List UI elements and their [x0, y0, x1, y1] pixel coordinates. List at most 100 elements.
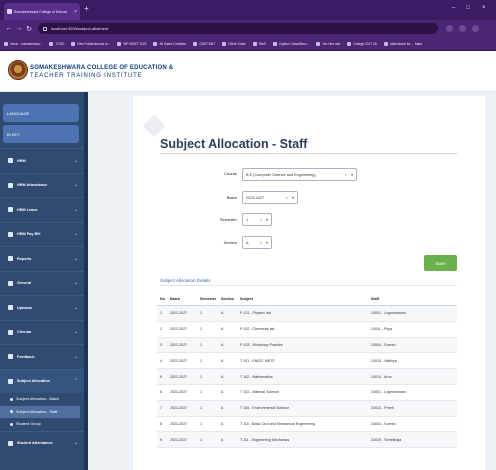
- url-input[interactable]: localhost:3000/subject-allotment: [38, 23, 438, 34]
- forward-icon[interactable]: →: [14, 25, 24, 32]
- submenu-item-allocation-staff[interactable]: Subject Allocation - Staff: [0, 405, 80, 418]
- menu-icon[interactable]: [472, 25, 479, 32]
- bookmark-icon: [49, 41, 54, 46]
- course-select[interactable]: B.E (Computer Science and Engineering) ×…: [242, 168, 357, 181]
- tab-title: Somakeshwara College of Educat: [14, 9, 67, 14]
- table-cell: 3: [160, 342, 162, 347]
- sidebar-item-general[interactable]: General ⌄: [0, 270, 84, 296]
- column-header[interactable]: No.: [157, 297, 170, 301]
- browser-tab[interactable]: Somakeshwara College of Educat ×: [4, 3, 80, 20]
- save-button[interactable]: Save: [424, 255, 457, 271]
- table-cell: 2: [160, 327, 162, 332]
- table-body: 1 2023-2027 1 A P 101 - Physics lab 24001 - L…: [157, 306, 457, 449]
- sidebar-item-hrm-pay-bill[interactable]: HRM Pay Bill ⌄: [0, 221, 84, 247]
- column-header[interactable]: Batch: [170, 297, 200, 301]
- bookmark[interactable]: Client Guide: [222, 41, 246, 46]
- back-icon[interactable]: ←: [4, 25, 14, 32]
- table-cell: 2023-2027: [170, 390, 188, 395]
- bookmark[interactable]: GATE SMT: [193, 41, 215, 46]
- bookmark[interactable]: Attendance for ... Mata: [383, 41, 422, 46]
- column-header[interactable]: Semester: [200, 297, 221, 301]
- table-header: No. Batch Semester Section Subject Staff: [157, 292, 457, 306]
- table-row[interactable]: 8 2023-2027 1 A T 110 - Basic Civil and Mech…: [157, 417, 457, 433]
- batch-label: Batch: [226, 195, 237, 200]
- table-cell: 1: [200, 311, 202, 316]
- chevron-down-icon: ⌄: [73, 353, 78, 360]
- section-label: Section: [223, 240, 237, 245]
- clear-icon[interactable]: ×: [286, 195, 288, 200]
- reload-icon[interactable]: ↻: [24, 25, 34, 33]
- sidebar-item-reports[interactable]: Reports ⌄: [0, 246, 84, 271]
- column-header[interactable]: Section: [221, 297, 240, 301]
- table-cell: 2023-2027: [170, 358, 188, 363]
- extension-icon[interactable]: [446, 25, 453, 32]
- clear-icon[interactable]: ×: [260, 240, 262, 245]
- table-row[interactable]: 6 2023-2027 1 A T 103 - Material Science 2400…: [157, 385, 457, 401]
- language-button[interactable]: LANGUAGE: [3, 104, 79, 122]
- submenu-item-allocation-batch[interactable]: Subject Allocation - Batch: [0, 393, 84, 406]
- new-tab-icon[interactable]: +: [84, 5, 89, 13]
- table-cell: 5: [160, 374, 162, 379]
- sidebar-item-circular[interactable]: Circular ⌄: [0, 319, 84, 345]
- table-cell: 2023-2027: [170, 342, 188, 347]
- sidebar-item-feedback[interactable]: Feedback ⌄: [0, 344, 84, 369]
- table-row[interactable]: 4 2023-2027 1 A T 101 - ENGG. MEST 24015 - Va…: [157, 353, 457, 370]
- bookmark[interactable]: Caption Class/Beco...: [272, 41, 309, 46]
- close-window-icon[interactable]: ×: [482, 4, 486, 12]
- sidebar-item-uploads[interactable]: Uploads ⌄: [0, 295, 84, 320]
- bookmark[interactable]: Varun - somakeshwa...: [4, 41, 42, 46]
- bookmark[interactable]: SteS: [252, 41, 266, 46]
- sidebar-item-hrm-attendance[interactable]: HRM Attendance ⌄: [0, 172, 84, 198]
- minimize-icon[interactable]: –: [452, 4, 455, 12]
- bookmark[interactable]: New Folder/samoa m...: [71, 41, 110, 46]
- table-row[interactable]: 7 2023-2027 1 A T 105 - Environmental Scienc…: [157, 400, 457, 417]
- semester-select[interactable]: 1 × ▾: [242, 213, 272, 226]
- table-cell: 8: [160, 421, 162, 426]
- sidebar-item-student-attendance[interactable]: Student Attendance ⌄: [0, 430, 84, 456]
- table-row[interactable]: 9 2023-2027 1 A T 111 - Engineering Mechanic…: [157, 432, 457, 449]
- bookmark[interactable]: TCDO: [49, 41, 64, 46]
- table-cell: 2023-2027: [170, 421, 188, 426]
- batch-select[interactable]: 2023-2027 × ▾: [242, 191, 298, 204]
- grid-icon: [8, 329, 13, 335]
- column-header[interactable]: Subject: [240, 297, 371, 301]
- sidebar-item-hrm[interactable]: HRM ⌄: [0, 148, 84, 173]
- table-cell: T 110 - Basic Civil and Mechanical Engin…: [240, 421, 315, 426]
- table-row[interactable]: 1 2023-2027 1 A P 101 - Physics lab 24001 - L…: [157, 306, 457, 322]
- bookmark[interactable]: WP MGET 1023: [117, 41, 146, 46]
- bookmark[interactable]: All Gates Crosfeed: [153, 41, 186, 46]
- table-cell: 1: [200, 374, 202, 379]
- section-title: Subject Allocation Details: [160, 278, 211, 283]
- table-row[interactable]: 2 2023-2027 1 A P 102 - Chemistry lab 24011 -…: [157, 322, 457, 338]
- table-cell: T 105 - Environmental Science: [240, 406, 290, 411]
- submenu-item-student-group[interactable]: Student Group: [0, 418, 84, 431]
- sidebar-item-subject-allocation[interactable]: Subject Allocation ⌃: [0, 368, 84, 393]
- bookmark[interactable]: Ver-Hue neb: [316, 41, 340, 46]
- chevron-up-icon: ⌃: [73, 378, 78, 385]
- site-info-icon[interactable]: [43, 26, 47, 31]
- section-select[interactable]: A × ▾: [242, 236, 272, 249]
- sidebar-item-hrm-leave[interactable]: HRM Leave ⌄: [0, 197, 84, 222]
- chevron-down-icon: ⌄: [73, 280, 78, 287]
- college-subtitle: TEACHER TRAINING INSTITUTE: [30, 73, 143, 79]
- favicon-icon: [7, 9, 12, 14]
- close-tab-icon[interactable]: ×: [74, 9, 77, 15]
- table-cell: 6: [160, 390, 162, 395]
- bookmark[interactable]: College 2017-18: [347, 41, 377, 46]
- page-title: Subject Allocation - Staff: [160, 137, 308, 151]
- bookmark-icon: [252, 41, 257, 46]
- clear-icon[interactable]: ×: [260, 217, 262, 222]
- maximize-icon[interactable]: □: [466, 4, 470, 12]
- table-row[interactable]: 5 2023-2027 1 A T 102 - Mathematics 24010 - A…: [157, 369, 457, 385]
- table-row[interactable]: 3 2023-2027 1 A P 103 - Workshop Practice 240…: [157, 337, 457, 354]
- clear-icon[interactable]: ×: [345, 172, 347, 177]
- allocation-table: No. Batch Semester Section Subject Staff…: [157, 292, 457, 449]
- table-cell: P 101 - Physics lab: [240, 311, 271, 316]
- column-header[interactable]: Staff: [371, 297, 457, 301]
- table-cell: 1: [200, 421, 202, 426]
- bullet-icon: [10, 397, 13, 401]
- chevron-down-icon: ⌄: [73, 329, 78, 336]
- profile-icon[interactable]: [459, 25, 466, 32]
- bi-key-button[interactable]: BI KEY: [3, 125, 79, 143]
- chevron-down-icon: ▾: [291, 195, 294, 200]
